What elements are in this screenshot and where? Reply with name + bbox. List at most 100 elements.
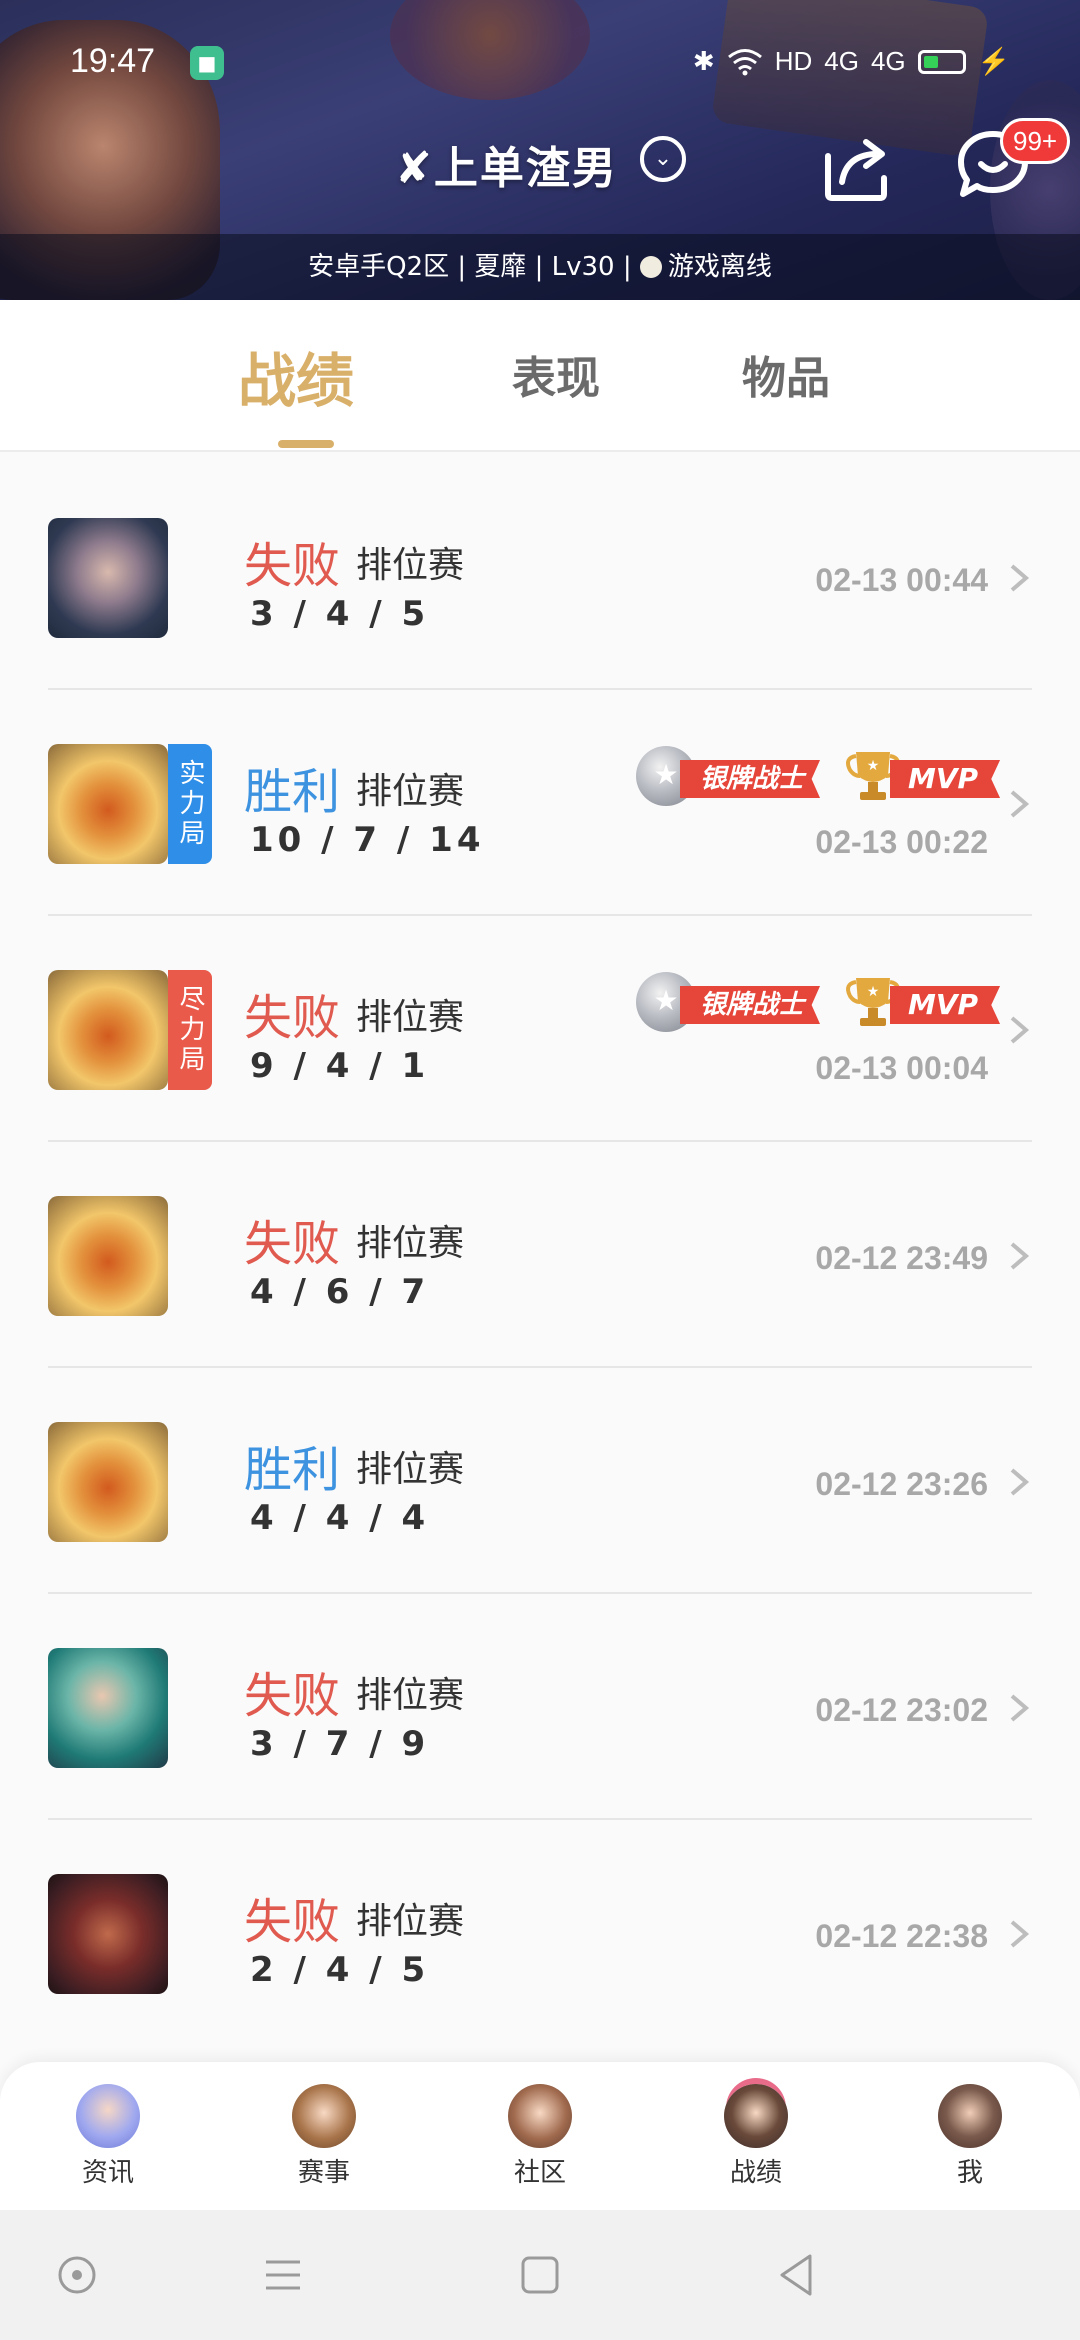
chevron-right-icon xyxy=(1010,790,1030,818)
system-nav-bar xyxy=(0,2210,1080,2340)
match-kda: 4 / 6 / 7 xyxy=(250,1272,430,1312)
match-result: 胜利 xyxy=(244,1442,341,1498)
bottom-nav: 资讯 赛事 社区 战绩 我 xyxy=(0,2062,1080,2210)
nav-label: 资讯 xyxy=(81,2158,134,2188)
nav-item-events[interactable]: 赛事 xyxy=(264,2084,384,2189)
menu-icon[interactable] xyxy=(258,2250,308,2300)
match-time: 02-13 00:04 xyxy=(815,1050,988,1086)
match-kda: 3 / 4 / 5 xyxy=(250,594,430,634)
match-tag: 尽力局 xyxy=(168,970,212,1090)
tab-record[interactable]: 战绩 xyxy=(238,334,354,418)
match-time: 02-12 22:38 xyxy=(815,1918,988,1954)
tab-bar: 战绩 表现 物品 xyxy=(0,300,1080,452)
app-notification-icon: ■ xyxy=(190,46,224,80)
match-result: 失败 xyxy=(244,1216,341,1272)
match-time: 02-12 23:02 xyxy=(815,1692,988,1728)
svg-text:★: ★ xyxy=(867,758,880,774)
player-name[interactable]: ✘上单渣男 xyxy=(395,132,618,196)
match-result: 失败 xyxy=(244,990,341,1046)
me-avatar-icon xyxy=(938,2084,1002,2148)
wifi-icon xyxy=(727,48,762,75)
mvp-label: MVP xyxy=(890,986,1001,1024)
back-icon[interactable] xyxy=(772,2250,822,2300)
match-mode: 排位赛 xyxy=(356,1675,465,1716)
notification-badge: 99+ xyxy=(1000,118,1071,164)
signal-icon: 4G xyxy=(870,46,906,76)
match-row[interactable]: 失败 排位赛 3 / 7 / 9 02-12 23:02 xyxy=(0,1594,1080,1820)
bluetooth-icon: ✱ xyxy=(692,46,715,76)
match-mode: 排位赛 xyxy=(356,771,465,812)
status-time: 19:47 xyxy=(70,42,156,80)
chevron-right-icon xyxy=(1010,1468,1030,1496)
match-kda: 4 / 4 / 4 xyxy=(250,1498,430,1538)
nav-item-news[interactable]: 资讯 xyxy=(48,2084,168,2189)
nav-item-community[interactable]: 社区 xyxy=(480,2084,600,2189)
assistant-icon[interactable] xyxy=(52,2250,102,2300)
active-tab-indicator xyxy=(278,440,334,448)
server-level-info: 安卓手Q2区 | 夏靡 | Lv30 | xyxy=(308,252,632,282)
match-row[interactable]: 胜利 排位赛 4 / 4 / 4 02-12 23:26 xyxy=(0,1368,1080,1594)
match-time: 02-12 23:49 xyxy=(815,1240,988,1276)
match-kda: 9 / 4 / 1 xyxy=(250,1046,430,1086)
nav-label: 社区 xyxy=(513,2158,566,2188)
news-avatar-icon xyxy=(76,2084,140,2148)
tab-performance[interactable]: 表现 xyxy=(512,342,600,406)
battery-icon xyxy=(917,49,966,74)
match-kda: 10 / 7 / 14 xyxy=(250,820,485,860)
hero-avatar xyxy=(48,744,168,864)
match-result: 胜利 xyxy=(244,764,341,820)
match-row[interactable]: 失败 排位赛 4 / 6 / 7 02-12 23:49 xyxy=(0,1142,1080,1368)
nav-label: 我 xyxy=(956,2158,983,2188)
match-row[interactable]: 失败 排位赛 2 / 4 / 5 02-12 22:38 xyxy=(0,1820,1080,2046)
chevron-right-icon xyxy=(1010,1016,1030,1044)
status-bar: 19:47 ■ ✱ HD 4G 4G ⚡ xyxy=(0,40,1080,90)
hero-avatar xyxy=(48,518,168,638)
player-info-bar: 安卓手Q2区 | 夏靡 | Lv30 | 游戏离线 xyxy=(0,234,1080,300)
nav-item-me[interactable]: 我 xyxy=(910,2084,1030,2189)
match-time: 02-12 23:26 xyxy=(815,1466,988,1502)
online-status: 游戏离线 xyxy=(667,252,772,282)
share-icon[interactable] xyxy=(822,134,894,202)
online-status-dot xyxy=(639,256,662,278)
status-icons: ✱ HD 4G 4G ⚡ xyxy=(693,46,1010,77)
player-title-row[interactable]: ✘上单渣男 ⌄ xyxy=(0,132,1080,202)
match-row[interactable]: 实力局 胜利 排位赛 10 / 7 / 14 ★ 银牌战士 ★ MVP 02-1… xyxy=(0,690,1080,916)
chevron-right-icon xyxy=(1010,1242,1030,1270)
community-avatar-icon xyxy=(508,2084,572,2148)
hero-avatar xyxy=(48,1422,168,1542)
nav-item-record[interactable]: 战绩 xyxy=(696,2084,816,2189)
nav-label: 赛事 xyxy=(297,2158,350,2188)
mvp-label: MVP xyxy=(890,760,1001,798)
match-result: 失败 xyxy=(244,1894,341,1950)
hero-avatar xyxy=(48,1648,168,1768)
match-mode: 排位赛 xyxy=(356,1223,465,1264)
network-type: HD xyxy=(774,46,813,76)
match-row[interactable]: 失败 排位赛 3 / 4 / 5 02-13 00:44 xyxy=(0,464,1080,690)
svg-text:★: ★ xyxy=(867,984,880,1000)
nav-label: 战绩 xyxy=(729,2158,782,2188)
chevron-right-icon xyxy=(1010,1920,1030,1948)
silver-warrior-label: 银牌战士 xyxy=(680,760,821,798)
profile-header: 19:47 ■ ✱ HD 4G 4G ⚡ ✘上单渣男 ⌄ 99+ 安卓手Q2区 … xyxy=(0,0,1080,300)
chevron-down-circle-icon[interactable]: ⌄ xyxy=(640,136,686,182)
match-result: 失败 xyxy=(244,538,341,594)
match-result: 失败 xyxy=(244,1668,341,1724)
match-mode: 排位赛 xyxy=(356,1901,465,1942)
silver-warrior-label: 银牌战士 xyxy=(680,986,821,1024)
home-icon[interactable] xyxy=(515,2250,565,2300)
events-avatar-icon xyxy=(292,2084,356,2148)
match-tag: 实力局 xyxy=(168,744,212,864)
record-avatar-icon xyxy=(724,2084,788,2148)
chevron-right-icon xyxy=(1010,564,1030,592)
signal-icon: 4G xyxy=(824,46,859,76)
hero-avatar xyxy=(48,970,168,1090)
charging-icon: ⚡ xyxy=(977,46,1010,76)
tab-items[interactable]: 物品 xyxy=(742,342,830,406)
hero-avatar xyxy=(48,1874,168,1994)
match-time: 02-13 00:22 xyxy=(815,824,988,860)
chevron-right-icon xyxy=(1010,1694,1030,1722)
match-time: 02-13 00:44 xyxy=(815,562,988,598)
match-kda: 2 / 4 / 5 xyxy=(250,1950,430,1990)
match-kda: 3 / 7 / 9 xyxy=(250,1724,430,1764)
match-row[interactable]: 尽力局 失败 排位赛 9 / 4 / 1 ★ 银牌战士 ★ MVP 02-13 … xyxy=(0,916,1080,1142)
